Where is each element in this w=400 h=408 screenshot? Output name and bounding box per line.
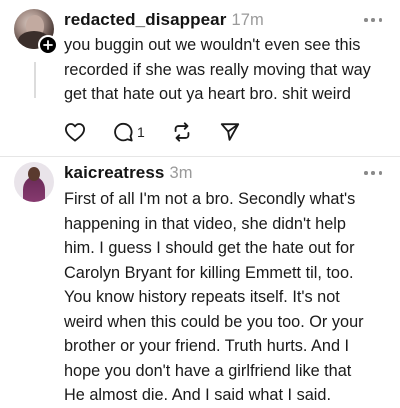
comment-time: 3m	[169, 164, 193, 182]
username-text: kaicreatress	[64, 163, 165, 182]
comment-2: kaicreatress 3m First of all I'm not a br…	[0, 0, 400, 404]
avatar[interactable]	[14, 162, 54, 202]
comment-text: First of all I'm not a bro. Secondly wha…	[64, 190, 364, 404]
comment-username[interactable]: kaicreatress 3m	[64, 163, 193, 183]
more-button[interactable]	[364, 170, 382, 176]
more-icon	[364, 171, 368, 175]
avatar-head	[28, 167, 40, 181]
